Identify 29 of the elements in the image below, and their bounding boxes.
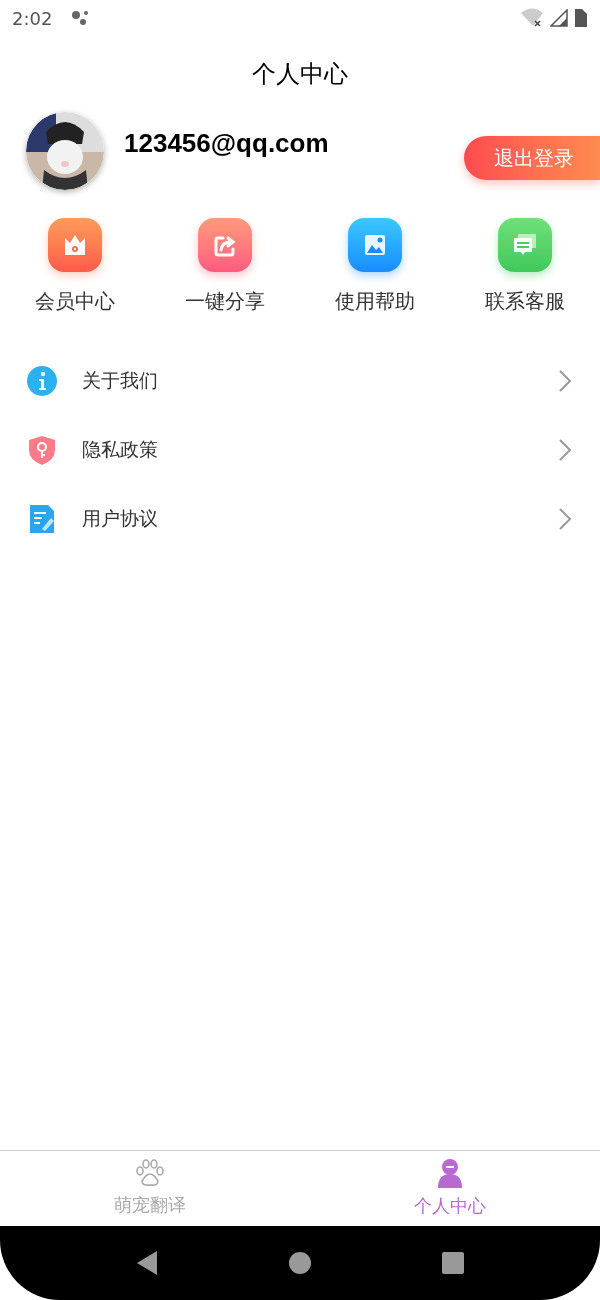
- menu-item[interactable]: 隐私政策: [0, 415, 600, 484]
- home-icon[interactable]: [288, 1251, 312, 1275]
- chevron-right-icon: [558, 368, 572, 393]
- menu-item[interactable]: 关于我们: [0, 346, 600, 415]
- share-icon: [198, 218, 252, 272]
- person-icon: [436, 1158, 464, 1188]
- crown-icon: [48, 218, 102, 272]
- status-time: 2:02: [12, 6, 53, 31]
- paw-icon: [135, 1159, 165, 1187]
- shortcut-label[interactable]: 会员中心: [35, 286, 115, 316]
- user-email: 123456@qq.com: [124, 127, 329, 160]
- wifi-off-icon: [520, 8, 544, 28]
- chevron-right-icon: [558, 506, 572, 531]
- menu-item[interactable]: 用户协议: [0, 484, 600, 553]
- shortcut-label[interactable]: 联系客服: [485, 286, 565, 316]
- shield-icon: [27, 433, 57, 466]
- battery-icon: [574, 8, 588, 28]
- image-icon: [348, 218, 402, 272]
- tab-item[interactable]: 个人中心: [300, 1151, 600, 1226]
- info-icon: [26, 364, 58, 397]
- shortcut-label[interactable]: 使用帮助: [335, 286, 415, 316]
- shortcut-label[interactable]: 一键分享: [185, 286, 265, 316]
- page-title: 个人中心: [252, 59, 348, 90]
- document-edit-icon: [28, 502, 56, 535]
- chat-icon: [498, 218, 552, 272]
- assistant-icon: [70, 9, 91, 27]
- signal-icon: [550, 9, 568, 27]
- recents-icon[interactable]: [441, 1251, 466, 1275]
- chevron-right-icon: [558, 437, 572, 462]
